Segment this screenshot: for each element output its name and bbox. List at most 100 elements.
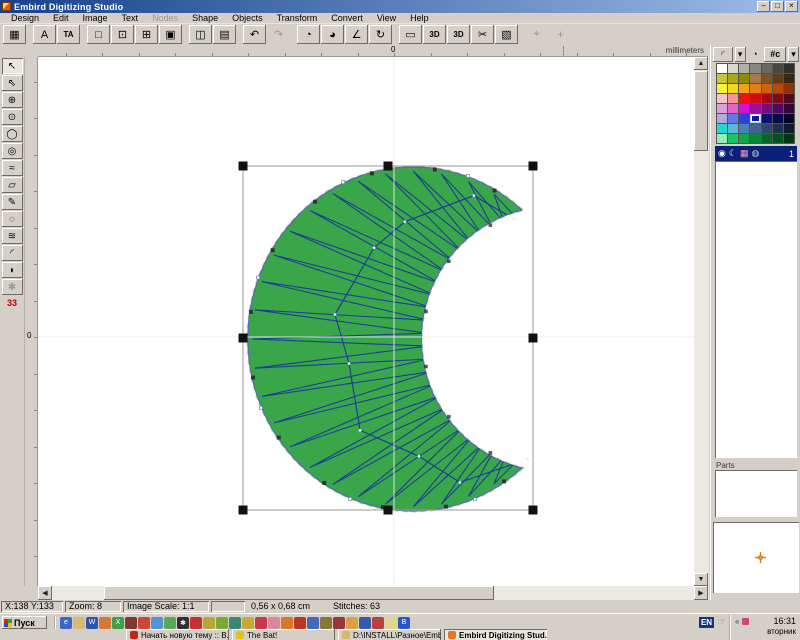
- quicklaunch-blue-ball-icon[interactable]: [151, 617, 163, 629]
- color-swatch[interactable]: [717, 114, 727, 123]
- color-swatch[interactable]: [762, 124, 772, 133]
- hole-shape-tool[interactable]: ◎: [2, 143, 23, 159]
- color-swatch[interactable]: [717, 124, 727, 133]
- scroll-right-button[interactable]: ▶: [694, 586, 708, 600]
- color-swatch[interactable]: [784, 94, 794, 103]
- column-tool[interactable]: ◗: [2, 262, 23, 278]
- color-swatch[interactable]: [739, 94, 749, 103]
- color-swatch[interactable]: [784, 84, 794, 93]
- color-swatch[interactable]: [784, 114, 794, 123]
- quicklaunch-red-star-icon[interactable]: [255, 617, 267, 629]
- vertical-scrollbar[interactable]: ▲ ▼: [694, 57, 709, 586]
- hand-icon[interactable]: ☞: [717, 617, 726, 628]
- menu-item-shape[interactable]: Shape: [185, 13, 225, 24]
- color-swatch[interactable]: [717, 64, 727, 73]
- color-swatch[interactable]: [750, 74, 760, 83]
- tray-collapse-icon[interactable]: «: [735, 617, 739, 626]
- view-3d-button[interactable]: 3D: [423, 25, 446, 44]
- color-swatch[interactable]: [750, 84, 760, 93]
- start-button[interactable]: Пуск: [2, 616, 47, 629]
- color-swatch[interactable]: [717, 84, 727, 93]
- color-swatch[interactable]: [784, 124, 794, 133]
- color-swatch[interactable]: [784, 134, 794, 143]
- vertical-scroll-thumb[interactable]: [694, 71, 708, 151]
- copy-button[interactable]: ◫: [189, 25, 212, 44]
- frame-button[interactable]: ▭: [399, 25, 422, 44]
- color-swatch[interactable]: [762, 64, 772, 73]
- selection-handle[interactable]: [239, 334, 248, 343]
- color-swatch[interactable]: [750, 114, 760, 123]
- color-swatch[interactable]: [762, 94, 772, 103]
- freehand-tool[interactable]: ◌: [2, 211, 23, 227]
- menu-item-edit[interactable]: Edit: [46, 13, 76, 24]
- gauge-2-button[interactable]: ◕: [321, 25, 344, 44]
- tray-app-icon[interactable]: [742, 618, 749, 625]
- scroll-left-button[interactable]: ◀: [38, 586, 52, 600]
- quicklaunch-pink-app-icon[interactable]: [268, 617, 280, 629]
- palette-mode-button[interactable]: #c: [764, 47, 786, 62]
- color-swatch[interactable]: [717, 134, 727, 143]
- restore-button[interactable]: □: [771, 1, 784, 12]
- color-swatch[interactable]: [717, 104, 727, 113]
- zigzag-tool[interactable]: ≋: [2, 228, 23, 244]
- color-swatch[interactable]: [762, 114, 772, 123]
- gauge-1-button[interactable]: ◔: [297, 25, 320, 44]
- color-swatch[interactable]: [773, 134, 783, 143]
- quicklaunch-folder-icon[interactable]: [73, 617, 85, 629]
- selection-handle[interactable]: [529, 506, 538, 515]
- taskbar-button-explorer-embird[interactable]: D:\INSTALL\Разное\Embird: [338, 629, 441, 640]
- stitches-3d-button[interactable]: 3D: [447, 25, 470, 44]
- quicklaunch-teal-app-icon[interactable]: [229, 617, 241, 629]
- color-swatch[interactable]: [728, 74, 738, 83]
- generate-stitches-icon[interactable]: ◔: [748, 47, 763, 62]
- color-swatch[interactable]: [750, 124, 760, 133]
- menu-item-view[interactable]: View: [370, 13, 403, 24]
- selection-handle[interactable]: [239, 162, 248, 171]
- palette-dropdown-button[interactable]: ▾: [788, 47, 799, 62]
- visibility-eye-icon[interactable]: ◉: [718, 146, 726, 161]
- quicklaunch-bluetooth-icon[interactable]: B: [398, 617, 410, 629]
- language-indicator[interactable]: EN: [699, 617, 714, 628]
- paste-button[interactable]: ▤: [213, 25, 236, 44]
- fill-shape-tool[interactable]: ◯: [2, 126, 23, 142]
- squiggle-tool[interactable]: ≈: [2, 160, 23, 176]
- rotate-button[interactable]: ↻: [369, 25, 392, 44]
- preview-button[interactable]: ▦: [3, 25, 26, 44]
- zoom-tool[interactable]: ⊕: [2, 92, 23, 108]
- text-a-button[interactable]: A: [33, 25, 56, 44]
- quicklaunch-books-icon[interactable]: [125, 617, 137, 629]
- color-swatch[interactable]: [739, 124, 749, 133]
- color-swatch[interactable]: [773, 124, 783, 133]
- color-swatch[interactable]: [717, 94, 727, 103]
- color-swatch[interactable]: [717, 74, 727, 83]
- color-swatch[interactable]: [784, 74, 794, 83]
- open-file-button[interactable]: ⊡: [111, 25, 134, 44]
- color-swatch[interactable]: [728, 64, 738, 73]
- color-swatch[interactable]: [739, 64, 749, 73]
- selection-handle[interactable]: [384, 506, 393, 515]
- new-file-button[interactable]: □: [87, 25, 110, 44]
- quicklaunch-gold-app-icon[interactable]: [242, 617, 254, 629]
- color-swatch[interactable]: [728, 124, 738, 133]
- taskbar-button-embird-studio[interactable]: Embird Digitizing Stud...: [444, 629, 547, 640]
- color-swatch[interactable]: [739, 134, 749, 143]
- taskbar-button-the-bat[interactable]: The Bat!: [232, 629, 335, 640]
- menu-item-transform[interactable]: Transform: [270, 13, 325, 24]
- taskbar-button-forum-topic[interactable]: Начать новую тему :: B...: [126, 629, 229, 640]
- color-swatch[interactable]: [784, 104, 794, 113]
- color-swatch[interactable]: [773, 94, 783, 103]
- menu-item-objects[interactable]: Objects: [225, 13, 270, 24]
- design-canvas[interactable]: [38, 57, 694, 586]
- quicklaunch-orange-grid-icon[interactable]: [346, 617, 358, 629]
- color-swatch[interactable]: [739, 114, 749, 123]
- color-swatch[interactable]: [750, 104, 760, 113]
- color-swatch[interactable]: [739, 74, 749, 83]
- close-button[interactable]: ×: [785, 1, 798, 12]
- quicklaunch-word-icon[interactable]: W: [86, 617, 98, 629]
- quicklaunch-blue-grid-icon[interactable]: [307, 617, 319, 629]
- minimize-button[interactable]: –: [757, 1, 770, 12]
- color-swatch[interactable]: [750, 94, 760, 103]
- color-swatch[interactable]: [773, 64, 783, 73]
- color-swatch[interactable]: [750, 134, 760, 143]
- horizontal-scroll-thumb[interactable]: [104, 586, 494, 600]
